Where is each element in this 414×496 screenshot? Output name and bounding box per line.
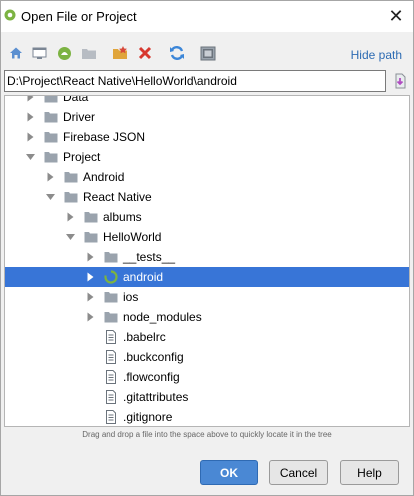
loading-spinner-icon: [104, 270, 118, 284]
folder-icon: [64, 172, 78, 183]
home-icon[interactable]: [7, 44, 25, 62]
tree-row-label: .babelrc: [123, 330, 166, 344]
tree-row-label: Firebase JSON: [63, 130, 146, 144]
tree-row[interactable]: .gitignore: [5, 407, 409, 426]
file-icon: [106, 410, 116, 424]
tree-row-label: Android: [83, 170, 125, 184]
file-icon: [106, 330, 116, 344]
tree-row-label: .flowconfig: [123, 370, 180, 384]
tree-row-label: Data: [63, 95, 89, 104]
tree-row[interactable]: .babelrc: [5, 327, 409, 347]
file-icon: [106, 350, 116, 364]
tree-row[interactable]: Android: [5, 167, 409, 187]
folder-icon: [104, 312, 118, 323]
tree-row[interactable]: Firebase JSON: [5, 127, 409, 147]
close-button[interactable]: ✕: [379, 1, 413, 32]
tree-row[interactable]: React Native: [5, 187, 409, 207]
tree-row-label: Project: [63, 150, 101, 164]
tree-row[interactable]: Driver: [5, 107, 409, 127]
tree-row[interactable]: __tests__: [5, 247, 409, 267]
chevron-right-icon[interactable]: [86, 312, 95, 322]
window-title: Open File or Project: [21, 9, 137, 24]
android-project-icon[interactable]: [55, 44, 73, 62]
tree-row-label: .gitattributes: [123, 390, 189, 404]
tree-row-label: android: [123, 270, 164, 284]
file-icon: [106, 390, 116, 404]
folder-icon: [84, 212, 98, 223]
folder-icon: [44, 132, 58, 143]
folder-icon: [44, 152, 58, 163]
tree-row[interactable]: Project: [5, 147, 409, 167]
tree-row[interactable]: node_modules: [5, 307, 409, 327]
chevron-down-icon[interactable]: [26, 152, 35, 162]
tree-row[interactable]: android: [5, 267, 409, 287]
open-file-dialog: Open File or Project ✕ Hide path D:\Proj…: [0, 0, 414, 496]
help-button[interactable]: Help: [340, 460, 399, 485]
delete-icon[interactable]: [136, 44, 154, 62]
path-history-icon[interactable]: [390, 71, 410, 91]
folder-icon: [84, 232, 98, 243]
cancel-button[interactable]: Cancel: [269, 460, 328, 485]
android-studio-icon: [4, 9, 16, 21]
title-bar: Open File or Project ✕: [1, 1, 413, 32]
tree-row[interactable]: .buckconfig: [5, 347, 409, 367]
hide-path-link[interactable]: Hide path: [351, 48, 402, 62]
path-row: [4, 70, 410, 92]
chevron-right-icon[interactable]: [26, 112, 35, 122]
tree-row[interactable]: ios: [5, 287, 409, 307]
chevron-right-icon[interactable]: [26, 95, 35, 102]
tree-row-label: React Native: [83, 190, 152, 204]
folder-icon: [44, 112, 58, 123]
tree-row-label: .buckconfig: [123, 350, 184, 364]
refresh-icon[interactable]: [168, 44, 186, 62]
chevron-right-icon[interactable]: [86, 272, 95, 282]
show-hidden-icon[interactable]: [199, 44, 217, 62]
tree-row-label: node_modules: [123, 310, 202, 324]
folder-icon: [64, 192, 78, 203]
tree-row[interactable]: albums: [5, 207, 409, 227]
ok-button[interactable]: OK: [200, 460, 258, 485]
chevron-right-icon[interactable]: [46, 172, 55, 182]
tree-row[interactable]: Data: [5, 95, 409, 107]
chevron-down-icon[interactable]: [46, 192, 55, 202]
desktop-icon[interactable]: [30, 44, 48, 62]
close-icon[interactable]: ✕: [388, 6, 403, 27]
new-folder-icon[interactable]: [111, 44, 129, 62]
chevron-right-icon[interactable]: [86, 252, 95, 262]
tree-row-label: __tests__: [123, 250, 176, 264]
chevron-right-icon[interactable]: [86, 292, 95, 302]
tree-row-label: albums: [103, 210, 142, 224]
file-icon: [106, 370, 116, 384]
chevron-down-icon[interactable]: [66, 232, 75, 242]
file-tree[interactable]: Data Driver Firebase JSON Project Android Rea…: [4, 95, 410, 427]
path-input[interactable]: [4, 70, 386, 92]
tree-row[interactable]: .flowconfig: [5, 367, 409, 387]
toolbar: Hide path: [1, 41, 413, 67]
tree-row[interactable]: HelloWorld: [5, 227, 409, 247]
module-folder-icon[interactable]: [80, 44, 98, 62]
tree-row-label: .gitignore: [123, 410, 173, 424]
folder-icon: [104, 252, 118, 263]
drag-drop-hint: Drag and drop a file into the space abov…: [82, 430, 332, 439]
tree-row-label: Driver: [63, 110, 95, 124]
folder-icon: [44, 96, 58, 103]
tree-row-label: HelloWorld: [103, 230, 162, 244]
folder-icon: [104, 292, 118, 303]
tree-row-label: ios: [123, 290, 139, 304]
chevron-right-icon[interactable]: [26, 132, 35, 142]
chevron-right-icon[interactable]: [66, 212, 75, 222]
tree-row[interactable]: .gitattributes: [5, 387, 409, 407]
